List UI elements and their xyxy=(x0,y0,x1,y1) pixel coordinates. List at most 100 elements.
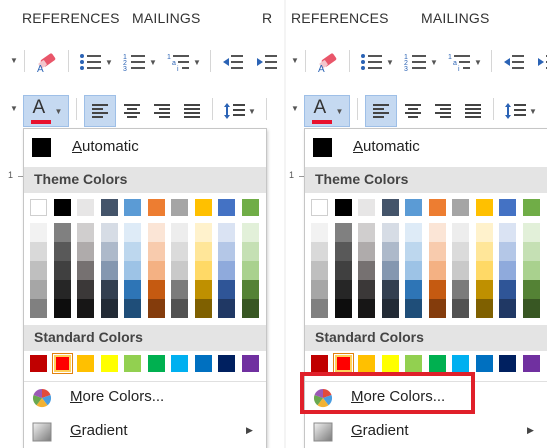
ribbon-tab[interactable]: R xyxy=(262,10,272,26)
more-colors-menu-item[interactable]: More Colors... xyxy=(24,381,266,415)
theme-color-swatch[interactable] xyxy=(428,261,446,280)
standard-color-swatch[interactable] xyxy=(77,355,94,372)
theme-color-swatch[interactable] xyxy=(475,280,493,299)
line-spacing-button[interactable]: ▼ xyxy=(501,95,541,127)
theme-color-swatch[interactable] xyxy=(218,261,235,280)
chevron-down-icon[interactable]: ▼ xyxy=(386,58,394,67)
dropdown-arrow-icon[interactable]: ▼ xyxy=(291,104,299,113)
theme-color-swatch[interactable] xyxy=(171,199,188,216)
theme-color-swatch[interactable] xyxy=(522,280,540,299)
theme-color-swatch[interactable] xyxy=(405,223,422,242)
theme-color-swatch[interactable] xyxy=(53,199,71,216)
theme-color-swatch[interactable] xyxy=(311,280,328,299)
chevron-down-icon[interactable]: ▼ xyxy=(193,58,201,67)
theme-color-swatch[interactable] xyxy=(30,223,47,242)
align-left-button[interactable] xyxy=(365,95,397,127)
theme-color-swatch[interactable] xyxy=(358,261,375,280)
theme-color-swatch[interactable] xyxy=(147,299,165,318)
theme-color-swatch[interactable] xyxy=(381,280,399,299)
theme-color-swatch[interactable] xyxy=(475,199,493,216)
theme-color-swatch[interactable] xyxy=(147,280,165,299)
increase-indent-button[interactable] xyxy=(252,50,282,74)
bullets-button[interactable]: ▼ xyxy=(357,50,397,74)
theme-color-swatch[interactable] xyxy=(100,223,118,242)
theme-color-swatch[interactable] xyxy=(241,242,259,261)
theme-color-swatch[interactable] xyxy=(475,299,493,318)
standard-color-swatch[interactable] xyxy=(100,355,118,372)
align-right-button[interactable] xyxy=(429,95,457,127)
theme-color-swatch[interactable] xyxy=(499,242,516,261)
justify-button[interactable] xyxy=(178,95,206,127)
theme-color-swatch[interactable] xyxy=(381,223,399,242)
theme-color-swatch[interactable] xyxy=(358,199,375,216)
automatic-color-option[interactable]: Automatic xyxy=(24,129,266,165)
theme-color-swatch[interactable] xyxy=(77,199,94,216)
theme-color-swatch[interactable] xyxy=(194,242,212,261)
theme-color-swatch[interactable] xyxy=(499,261,516,280)
theme-color-swatch[interactable] xyxy=(53,299,71,318)
numbering-button[interactable]: 1 2 3 ▼ xyxy=(401,50,441,74)
standard-color-swatch[interactable] xyxy=(194,355,212,372)
multilevel-list-button[interactable]: 1 a i ▼ xyxy=(445,50,485,74)
theme-color-swatch[interactable] xyxy=(405,261,422,280)
theme-color-swatch[interactable] xyxy=(147,261,165,280)
theme-color-swatch[interactable] xyxy=(334,299,352,318)
theme-color-swatch[interactable] xyxy=(311,223,328,242)
standard-color-swatch[interactable] xyxy=(218,355,235,372)
theme-color-swatch[interactable] xyxy=(499,299,516,318)
increase-indent-button[interactable] xyxy=(533,50,547,74)
theme-color-swatch[interactable] xyxy=(334,280,352,299)
theme-color-swatch[interactable] xyxy=(171,280,188,299)
theme-color-swatch[interactable] xyxy=(194,280,212,299)
theme-color-swatch[interactable] xyxy=(452,280,469,299)
theme-color-swatch[interactable] xyxy=(475,242,493,261)
theme-color-swatch[interactable] xyxy=(428,299,446,318)
theme-color-swatch[interactable] xyxy=(475,223,493,242)
theme-color-swatch[interactable] xyxy=(334,242,352,261)
chevron-down-icon[interactable]: ▼ xyxy=(474,58,482,67)
theme-color-swatch[interactable] xyxy=(405,299,422,318)
theme-color-swatch[interactable] xyxy=(334,261,352,280)
theme-color-swatch[interactable] xyxy=(147,199,165,216)
standard-color-swatch[interactable] xyxy=(381,355,399,372)
standard-color-swatch[interactable] xyxy=(241,355,259,372)
theme-color-swatch[interactable] xyxy=(522,242,540,261)
theme-color-swatch[interactable] xyxy=(405,242,422,261)
chevron-down-icon[interactable]: ▼ xyxy=(248,107,256,116)
theme-color-swatch[interactable] xyxy=(334,199,352,216)
standard-color-swatch[interactable] xyxy=(124,355,141,372)
theme-color-swatch[interactable] xyxy=(77,242,94,261)
theme-color-swatch[interactable] xyxy=(358,280,375,299)
gradient-menu-item[interactable]: Gradient ▶ xyxy=(24,415,266,448)
align-center-button[interactable] xyxy=(118,95,146,127)
theme-color-swatch[interactable] xyxy=(171,261,188,280)
theme-color-swatch[interactable] xyxy=(218,199,235,216)
theme-color-swatch[interactable] xyxy=(311,242,328,261)
theme-color-swatch[interactable] xyxy=(77,261,94,280)
theme-color-swatch[interactable] xyxy=(405,280,422,299)
theme-color-swatch[interactable] xyxy=(358,223,375,242)
multilevel-list-button[interactable]: 1 a i ▼ xyxy=(164,50,204,74)
chevron-down-icon[interactable]: ▼ xyxy=(149,58,157,67)
theme-color-swatch[interactable] xyxy=(30,299,47,318)
theme-color-swatch[interactable] xyxy=(381,242,399,261)
chevron-down-icon[interactable]: ▼ xyxy=(529,107,537,116)
theme-color-swatch[interactable] xyxy=(171,299,188,318)
theme-color-swatch[interactable] xyxy=(334,223,352,242)
theme-color-swatch[interactable] xyxy=(124,223,141,242)
theme-color-swatch[interactable] xyxy=(171,223,188,242)
theme-color-swatch[interactable] xyxy=(30,242,47,261)
dropdown-arrow-icon[interactable]: ▼ xyxy=(10,104,18,113)
align-left-button[interactable] xyxy=(84,95,116,127)
chevron-down-icon[interactable]: ▼ xyxy=(430,58,438,67)
theme-color-swatch[interactable] xyxy=(499,223,516,242)
standard-color-swatch[interactable] xyxy=(30,355,47,372)
theme-color-swatch[interactable] xyxy=(428,280,446,299)
theme-color-swatch[interactable] xyxy=(358,242,375,261)
theme-color-swatch[interactable] xyxy=(405,199,422,216)
theme-color-swatch[interactable] xyxy=(311,261,328,280)
font-color-button[interactable]: A ▼ xyxy=(304,95,350,127)
theme-color-swatch[interactable] xyxy=(171,242,188,261)
theme-color-swatch[interactable] xyxy=(100,199,118,216)
theme-color-swatch[interactable] xyxy=(77,280,94,299)
